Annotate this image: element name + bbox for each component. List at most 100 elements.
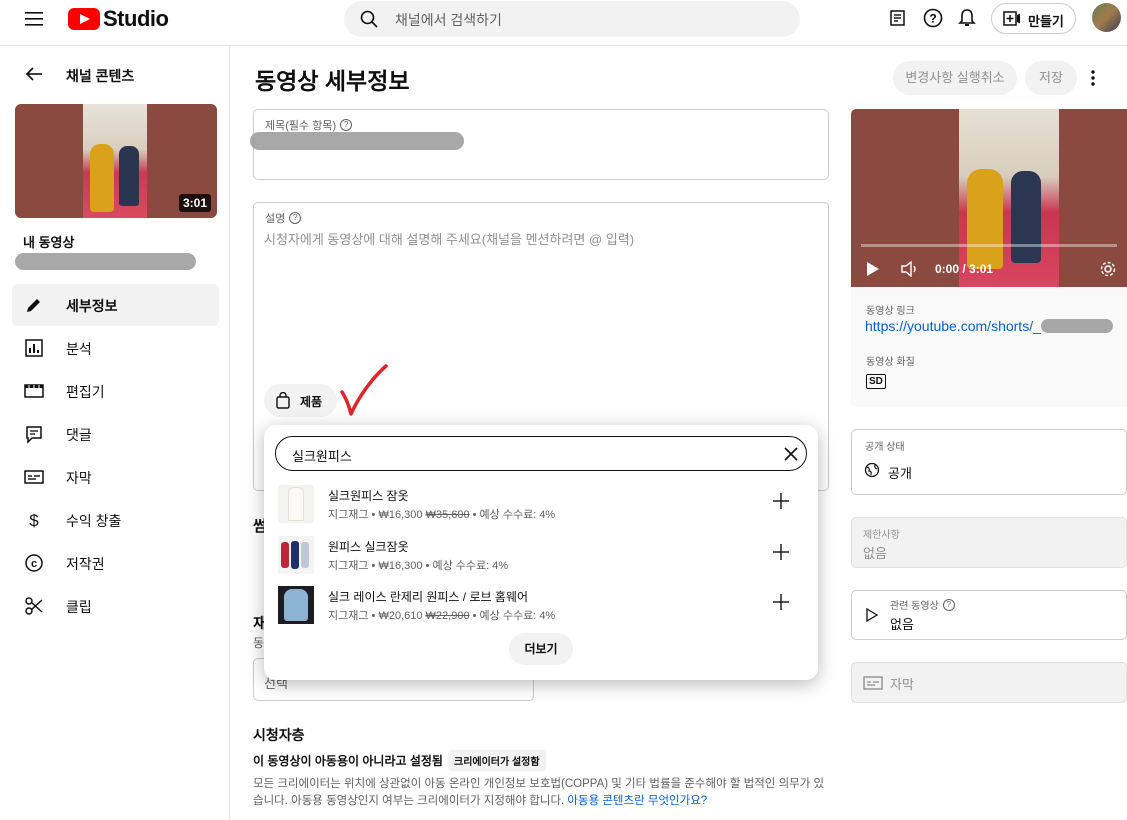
product-item[interactable]: 실크원피스 잠옷 지그재그 • ₩16,300 ₩35,600 • 예상 수수료… — [278, 485, 808, 525]
youtube-logo-icon — [68, 8, 100, 30]
product-price: ₩16,300 — [378, 509, 423, 521]
close-icon[interactable] — [784, 447, 798, 461]
show-more-button[interactable]: 더보기 — [509, 633, 573, 665]
audience-setting: 이 동영상이 아동용이 아니라고 설정됨 — [253, 754, 443, 768]
sidebar-item-label: 세부정보 — [66, 298, 118, 314]
playlist-subtext: 동 — [253, 636, 265, 650]
add-product-icon[interactable] — [771, 491, 791, 511]
sidebar-item-label: 클립 — [66, 599, 92, 615]
sidebar-item-analytics[interactable]: 분석 — [12, 327, 219, 369]
video-player[interactable]: 0:00 / 3:01 — [851, 109, 1127, 287]
sidebar-item-comments[interactable]: 댓글 — [12, 413, 219, 455]
notifications-icon[interactable] — [957, 8, 977, 28]
page-title: 동영상 세부정보 — [255, 68, 410, 94]
volume-icon[interactable] — [901, 261, 919, 277]
player-time: 0:00 / 3:01 — [935, 262, 994, 276]
visibility-select[interactable]: 공개 상태 공개 — [851, 429, 1127, 495]
product-search-input[interactable]: 실크원피스 — [292, 446, 352, 465]
sidebar-item-label: 수익 창출 — [66, 513, 122, 529]
product-meta: 지그재그 • ₩20,610 ₩22,900 • 예상 수수료: 4% — [328, 610, 556, 622]
undo-changes-button[interactable]: 변경사항 실행취소 — [893, 61, 1017, 95]
copyright-icon: c — [25, 554, 43, 572]
visibility-value: 공개 — [888, 466, 912, 481]
logo-text: Studio — [103, 6, 169, 31]
avatar[interactable] — [1092, 3, 1121, 32]
product-search-field[interactable]: 실크원피스 — [275, 436, 807, 471]
title-field-label: 제목(필수 항목) ? — [265, 117, 353, 133]
video-link-label: 동영상 링크 — [866, 306, 915, 317]
video-preview-card: 0:00 / 3:01 동영상 링크 https://youtube.com/s… — [851, 109, 1127, 407]
sidebar-item-label: 댓글 — [66, 427, 92, 443]
related-label-row: 관련 동영상 ? — [890, 597, 955, 612]
more-options-icon[interactable] — [1090, 69, 1096, 87]
sidebar-item-label: 편집기 — [66, 384, 105, 400]
redacted-link — [1041, 319, 1113, 333]
product-meta: 지그재그 • ₩16,300 ₩35,600 • 예상 수수료: 4% — [328, 509, 556, 521]
description-field-label: 설명 ? — [265, 210, 302, 226]
sidebar-item-details[interactable]: 세부정보 — [12, 284, 219, 326]
add-product-icon[interactable] — [771, 542, 791, 562]
help-icon[interactable]: ? — [942, 598, 955, 611]
analytics-icon — [25, 339, 43, 357]
product-seller: 지그재그 — [328, 610, 369, 622]
player-progress-bar[interactable] — [861, 244, 1117, 247]
comments-icon — [26, 426, 42, 444]
dollar-icon: $ — [29, 511, 39, 530]
related-video-select[interactable]: 관련 동영상 ? 없음 — [851, 590, 1127, 640]
products-chip[interactable]: 제품 — [264, 384, 337, 417]
sidebar-item-label: 자막 — [66, 470, 92, 486]
restrictions-value: 없음 — [863, 546, 887, 561]
sidebar-item-monetization[interactable]: $ 수익 창출 — [12, 499, 219, 541]
svg-text:$: $ — [29, 511, 39, 530]
subtitles-icon — [863, 676, 883, 690]
audience-help-link[interactable]: 아동용 콘텐츠란 무엇인가요? — [567, 795, 707, 807]
product-commission: 예상 수수료: 4% — [432, 560, 509, 572]
redacted-title-value — [250, 132, 464, 150]
create-label: 만들기 — [1028, 14, 1064, 29]
subtitles-icon — [24, 470, 44, 484]
product-thumbnail — [278, 586, 314, 624]
channel-content-title[interactable]: 채널 콘텐츠 — [66, 66, 134, 86]
sidebar: 채널 콘텐츠 3:01 내 동영상 세부정보 분석 편집기 댓글 자막 $ 수익… — [0, 46, 230, 820]
checkmark-annotation-icon — [338, 362, 390, 418]
product-thumbnail — [278, 536, 314, 574]
sidebar-item-subtitles[interactable]: 자막 — [12, 456, 219, 498]
subtitles-label: 자막 — [890, 677, 914, 692]
product-original-price: ₩35,600 — [425, 509, 470, 521]
settings-gear-icon[interactable] — [1099, 260, 1117, 278]
sidebar-item-copyright[interactable]: c 저작권 — [12, 542, 219, 584]
studio-logo[interactable]: Studio — [68, 6, 169, 32]
product-item[interactable]: 원피스 실크잠옷 지그재그 • ₩16,300 • 예상 수수료: 4% — [278, 536, 808, 576]
search-bar[interactable]: 채널에서 검색하기 — [344, 1, 800, 37]
play-icon[interactable] — [866, 261, 880, 277]
feedback-icon[interactable] — [889, 9, 907, 27]
top-bar: Studio 채널에서 검색하기 ? 만들기 — [0, 0, 1127, 46]
svg-text:c: c — [31, 558, 37, 570]
product-commission: 예상 수수료: 4% — [479, 509, 556, 521]
subtitles-box[interactable]: 자막 — [851, 662, 1127, 703]
back-arrow-icon[interactable] — [25, 66, 43, 82]
redacted-title — [15, 253, 196, 270]
save-button[interactable]: 저장 — [1025, 61, 1077, 95]
product-meta: 지그재그 • ₩16,300 • 예상 수수료: 4% — [328, 560, 509, 572]
menu-icon[interactable] — [25, 10, 45, 28]
help-icon[interactable]: ? — [340, 119, 353, 131]
product-name: 실크원피스 잠옷 — [328, 489, 409, 503]
audience-badge: 크리에이터가 설정함 — [448, 750, 546, 771]
video-link[interactable]: https://youtube.com/shorts/_ — [865, 318, 1041, 334]
audience-heading: 시청자층 — [253, 727, 305, 743]
create-button[interactable]: 만들기 — [991, 3, 1076, 34]
sidebar-item-editor[interactable]: 편집기 — [12, 370, 219, 412]
search-input[interactable]: 채널에서 검색하기 — [395, 10, 502, 30]
sidebar-item-label: 저작권 — [66, 556, 105, 572]
svg-text:?: ? — [929, 12, 936, 26]
add-video-icon — [1003, 11, 1020, 26]
product-thumbnail — [278, 485, 314, 523]
add-product-icon[interactable] — [771, 592, 791, 612]
products-chip-label: 제품 — [300, 395, 323, 409]
help-icon[interactable]: ? — [289, 212, 302, 224]
help-icon[interactable]: ? — [923, 8, 943, 28]
video-thumbnail[interactable]: 3:01 — [15, 104, 217, 218]
sidebar-item-clips[interactable]: 클립 — [12, 585, 219, 627]
product-item[interactable]: 실크 레이스 란제리 원피스 / 로브 홈웨어 지그재그 • ₩20,610 ₩… — [278, 586, 808, 626]
